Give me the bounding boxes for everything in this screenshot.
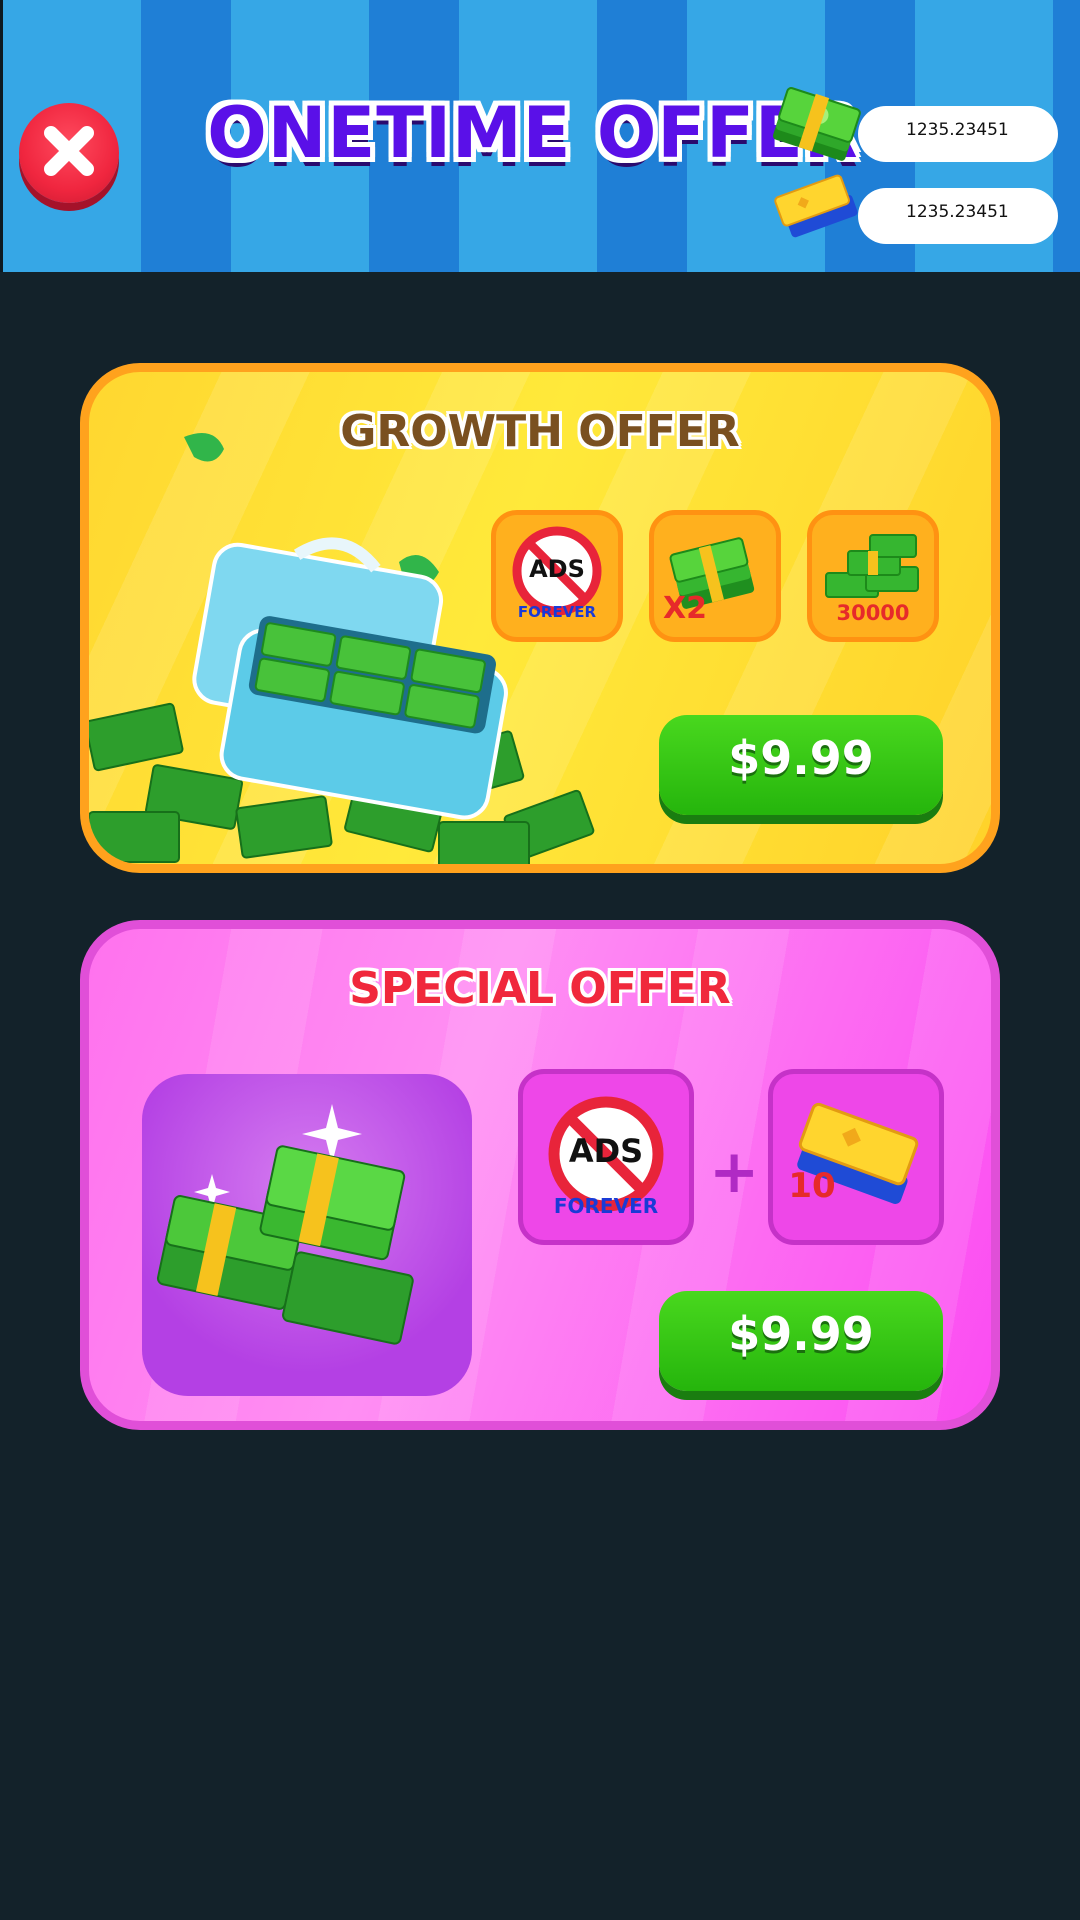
cash-value: 1235.23451 xyxy=(906,120,1009,140)
growth-buy-button[interactable]: $9.99 xyxy=(659,715,943,815)
cash-amount-label: 30000 xyxy=(836,601,910,625)
forever-label: FOREVER xyxy=(517,603,597,621)
cash-bundle-box xyxy=(142,1074,472,1396)
ticket-icon xyxy=(774,174,858,238)
ticket-count-label: 10 xyxy=(788,1166,836,1206)
special-price: $9.99 xyxy=(728,1307,874,1361)
ticket-icon xyxy=(797,1102,919,1204)
growth-price: $9.99 xyxy=(728,731,874,785)
ticket-counter[interactable]: 1235.23451 xyxy=(774,174,1058,244)
top-bar: ONETIME OFFER 1235.23451 1235.23451 xyxy=(0,0,1080,272)
growth-item-no-ads: ADS FOREVER xyxy=(491,510,623,642)
cash-icon xyxy=(772,87,861,161)
growth-offer-card: GROWTH OFFER ADS FOREVER X2 30000 $9.99 xyxy=(80,363,1000,873)
special-item-tickets: 10 xyxy=(768,1069,944,1245)
forever-label: FOREVER xyxy=(553,1194,659,1218)
growth-item-cash-30000: 30000 xyxy=(807,510,939,642)
special-offer-card: SPECIAL OFFER ADS FOREVER + 10 $9.99 xyxy=(80,920,1000,1430)
no-ads-label: ADS xyxy=(568,1132,644,1170)
cash-bundle-illustration xyxy=(156,1104,414,1345)
no-ads-label: ADS xyxy=(529,555,585,583)
growth-item-cash-x2: X2 xyxy=(649,510,781,642)
special-offer-title: SPECIAL OFFER xyxy=(349,963,731,1014)
ticket-value: 1235.23451 xyxy=(906,202,1009,222)
special-buy-button[interactable]: $9.99 xyxy=(659,1291,943,1391)
multiplier-label: X2 xyxy=(662,591,707,626)
money-case-illustration xyxy=(89,433,595,864)
special-item-no-ads: ADS FOREVER xyxy=(518,1069,694,1245)
cash-counter[interactable]: 1235.23451 xyxy=(772,87,1058,162)
